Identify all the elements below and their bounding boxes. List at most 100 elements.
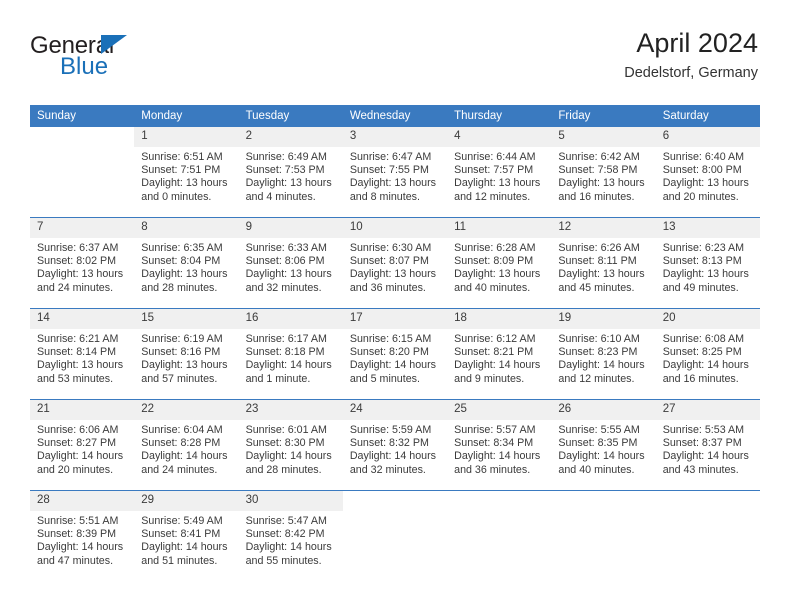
day-sun-details [656, 511, 760, 515]
day-cell-inner: 20 Sunrise: 6:08 AM Sunset: 8:25 PM Dayligh… [655, 309, 760, 399]
day-sun-details: Sunrise: 6:15 AM Sunset: 8:20 PM Daylight:… [343, 329, 447, 386]
calendar-day-cell[interactable]: 22 Sunrise: 6:04 AM Sunset: 8:28 PM Dayligh… [134, 399, 239, 491]
day-detail-line: Daylight: 13 hours [245, 177, 332, 190]
calendar-day-cell[interactable]: 5 Sunrise: 6:42 AM Sunset: 7:58 PM Daylight… [551, 127, 656, 218]
day-detail-line: Daylight: 14 hours [349, 450, 436, 463]
calendar-day-cell[interactable]: 14 Sunrise: 6:21 AM Sunset: 8:14 PM Dayligh… [30, 308, 135, 400]
calendar-day-cell[interactable]: 15 Sunrise: 6:19 AM Sunset: 8:16 PM Dayligh… [134, 308, 239, 400]
day-cell-inner: 6 Sunrise: 6:40 AM Sunset: 8:00 PM Daylight… [655, 127, 760, 217]
day-number: 10 [342, 218, 448, 238]
day-cell-inner: 30 Sunrise: 5:47 AM Sunset: 8:42 PM Dayligh… [238, 491, 343, 581]
general-blue-logo[interactable]: General Blue [30, 34, 230, 92]
calendar-week-row: 1 Sunrise: 6:51 AM Sunset: 7:51 PM Daylight… [30, 127, 760, 218]
day-detail-line: and 12 minutes. [558, 372, 635, 385]
calendar-day-cell[interactable]: 12 Sunrise: 6:26 AM Sunset: 8:11 PM Dayligh… [551, 217, 656, 309]
calendar-day-cell-empty [342, 490, 448, 581]
day-detail-line: Sunset: 8:11 PM [558, 255, 637, 268]
calendar-day-cell[interactable]: 24 Sunrise: 5:59 AM Sunset: 8:32 PM Dayligh… [342, 399, 448, 491]
calendar-day-cell[interactable]: 23 Sunrise: 6:01 AM Sunset: 8:30 PM Dayligh… [238, 399, 343, 491]
day-detail-line: and 9 minutes. [454, 372, 525, 385]
day-cell-inner: 10 Sunrise: 6:30 AM Sunset: 8:07 PM Dayligh… [342, 218, 448, 308]
calendar-day-cell[interactable]: 6 Sunrise: 6:40 AM Sunset: 8:00 PM Daylight… [655, 127, 760, 218]
day-detail-line: Daylight: 13 hours [454, 177, 541, 190]
day-detail-line: Sunset: 8:13 PM [662, 255, 742, 268]
calendar-table: Sunday Monday Tuesday Wednesday Thursday… [30, 105, 760, 581]
day-detail-line: and 12 minutes. [454, 190, 531, 203]
calendar-day-cell[interactable]: 2 Sunrise: 6:49 AM Sunset: 7:53 PM Daylight… [238, 127, 343, 218]
day-cell-inner [30, 127, 135, 217]
calendar-day-cell[interactable]: 9 Sunrise: 6:33 AM Sunset: 8:06 PM Daylight… [238, 217, 343, 309]
day-sun-details: Sunrise: 6:08 AM Sunset: 8:25 PM Daylight:… [656, 329, 760, 386]
calendar-day-cell[interactable]: 21 Sunrise: 6:06 AM Sunset: 8:27 PM Dayligh… [30, 399, 135, 491]
day-detail-line: Sunset: 7:51 PM [141, 164, 221, 177]
day-detail-line: and 36 minutes. [349, 281, 426, 294]
day-detail-line: Sunset: 8:20 PM [349, 346, 429, 359]
calendar-day-cell[interactable]: 1 Sunrise: 6:51 AM Sunset: 7:51 PM Daylight… [134, 127, 239, 218]
day-detail-line: and 51 minutes. [141, 554, 218, 567]
calendar-day-cell[interactable]: 3 Sunrise: 6:47 AM Sunset: 7:55 PM Daylight… [342, 127, 448, 218]
calendar-day-cell[interactable]: 10 Sunrise: 6:30 AM Sunset: 8:07 PM Dayligh… [342, 217, 448, 309]
calendar-day-cell[interactable]: 20 Sunrise: 6:08 AM Sunset: 8:25 PM Dayligh… [655, 308, 760, 400]
calendar-day-cell[interactable]: 16 Sunrise: 6:17 AM Sunset: 8:18 PM Dayligh… [238, 308, 343, 400]
day-cell-inner: 9 Sunrise: 6:33 AM Sunset: 8:06 PM Daylight… [238, 218, 343, 308]
day-number: 15 [134, 309, 239, 329]
calendar-week-row: 28 Sunrise: 5:51 AM Sunset: 8:39 PM Dayligh… [30, 490, 760, 581]
calendar-day-cell[interactable]: 18 Sunrise: 6:12 AM Sunset: 8:21 PM Dayligh… [447, 308, 552, 400]
day-number: 3 [342, 127, 448, 147]
day-sun-details: Sunrise: 6:40 AM Sunset: 8:00 PM Daylight:… [656, 147, 760, 204]
calendar-day-cell[interactable]: 8 Sunrise: 6:35 AM Sunset: 8:04 PM Daylight… [134, 217, 239, 309]
day-detail-line: Sunrise: 5:53 AM [662, 424, 745, 436]
calendar-day-cell[interactable]: 28 Sunrise: 5:51 AM Sunset: 8:39 PM Dayligh… [30, 490, 135, 581]
day-detail-line: and 20 minutes. [37, 463, 114, 476]
day-detail-line: Sunrise: 6:26 AM [558, 242, 640, 254]
weekday-header-row: Sunday Monday Tuesday Wednesday Thursday… [30, 105, 760, 127]
day-number: 13 [655, 218, 760, 238]
calendar-day-cell[interactable]: 4 Sunrise: 6:44 AM Sunset: 7:57 PM Daylight… [447, 127, 552, 218]
day-sun-details [551, 511, 655, 515]
calendar-day-cell[interactable]: 11 Sunrise: 6:28 AM Sunset: 8:09 PM Dayligh… [447, 217, 552, 309]
day-sun-details: Sunrise: 5:51 AM Sunset: 8:39 PM Daylight:… [30, 511, 134, 568]
calendar-day-cell[interactable]: 17 Sunrise: 6:15 AM Sunset: 8:20 PM Dayligh… [342, 308, 448, 400]
day-detail-line: Sunset: 8:04 PM [141, 255, 221, 268]
day-cell-inner: 25 Sunrise: 5:57 AM Sunset: 8:34 PM Dayligh… [447, 400, 552, 490]
day-detail-line: Sunset: 7:58 PM [558, 164, 638, 177]
day-sun-details: Sunrise: 6:26 AM Sunset: 8:11 PM Daylight:… [551, 238, 655, 295]
calendar-week-row: 7 Sunrise: 6:37 AM Sunset: 8:02 PM Daylight… [30, 217, 760, 309]
day-number: 5 [551, 127, 656, 147]
day-detail-line: Sunset: 8:37 PM [662, 437, 742, 450]
day-detail-line: Sunrise: 6:12 AM [454, 333, 536, 345]
day-number [447, 491, 552, 511]
calendar-day-cell[interactable]: 26 Sunrise: 5:55 AM Sunset: 8:35 PM Dayligh… [551, 399, 656, 491]
calendar-day-cell[interactable]: 7 Sunrise: 6:37 AM Sunset: 8:02 PM Daylight… [30, 217, 135, 309]
day-detail-line: Daylight: 13 hours [141, 268, 228, 281]
calendar-day-cell[interactable]: 27 Sunrise: 5:53 AM Sunset: 8:37 PM Dayligh… [655, 399, 760, 491]
day-detail-line: Daylight: 14 hours [141, 450, 228, 463]
page-subtitle: Dedelstorf, Germany [624, 65, 758, 82]
day-cell-inner: 5 Sunrise: 6:42 AM Sunset: 7:58 PM Daylight… [551, 127, 656, 217]
day-detail-line: Sunrise: 5:49 AM [141, 515, 223, 527]
day-detail-line: Daylight: 14 hours [662, 450, 749, 463]
day-sun-details: Sunrise: 6:35 AM Sunset: 8:04 PM Daylight:… [134, 238, 238, 295]
calendar-day-cell[interactable]: 29 Sunrise: 5:49 AM Sunset: 8:41 PM Dayligh… [134, 490, 239, 581]
calendar-day-cell[interactable]: 13 Sunrise: 6:23 AM Sunset: 8:13 PM Dayligh… [655, 217, 760, 309]
day-sun-details: Sunrise: 5:59 AM Sunset: 8:32 PM Daylight:… [343, 420, 447, 477]
day-detail-line: Daylight: 13 hours [558, 177, 645, 190]
day-detail-line: Daylight: 13 hours [37, 359, 124, 372]
day-detail-line: Sunset: 8:18 PM [245, 346, 325, 359]
day-detail-line: Sunrise: 6:40 AM [662, 151, 745, 163]
day-detail-line: and 32 minutes. [245, 281, 322, 294]
calendar-day-cell[interactable]: 25 Sunrise: 5:57 AM Sunset: 8:34 PM Dayligh… [447, 399, 552, 491]
day-detail-line: and 5 minutes. [349, 372, 420, 385]
calendar-day-cell[interactable]: 30 Sunrise: 5:47 AM Sunset: 8:42 PM Dayligh… [238, 490, 343, 581]
calendar-day-cell[interactable]: 19 Sunrise: 6:10 AM Sunset: 8:23 PM Dayligh… [551, 308, 656, 400]
day-sun-details [447, 511, 551, 515]
calendar-day-cell-empty [30, 127, 135, 218]
day-detail-line: Sunrise: 6:01 AM [245, 424, 327, 436]
day-detail-line: Daylight: 14 hours [454, 450, 541, 463]
day-detail-line: Sunrise: 6:08 AM [662, 333, 745, 345]
day-detail-line: Sunrise: 6:33 AM [245, 242, 327, 254]
day-number: 17 [342, 309, 448, 329]
day-cell-inner: 15 Sunrise: 6:19 AM Sunset: 8:16 PM Dayligh… [134, 309, 239, 399]
day-detail-line: and 1 minute. [245, 372, 311, 385]
day-detail-line: Sunset: 8:16 PM [141, 346, 221, 359]
